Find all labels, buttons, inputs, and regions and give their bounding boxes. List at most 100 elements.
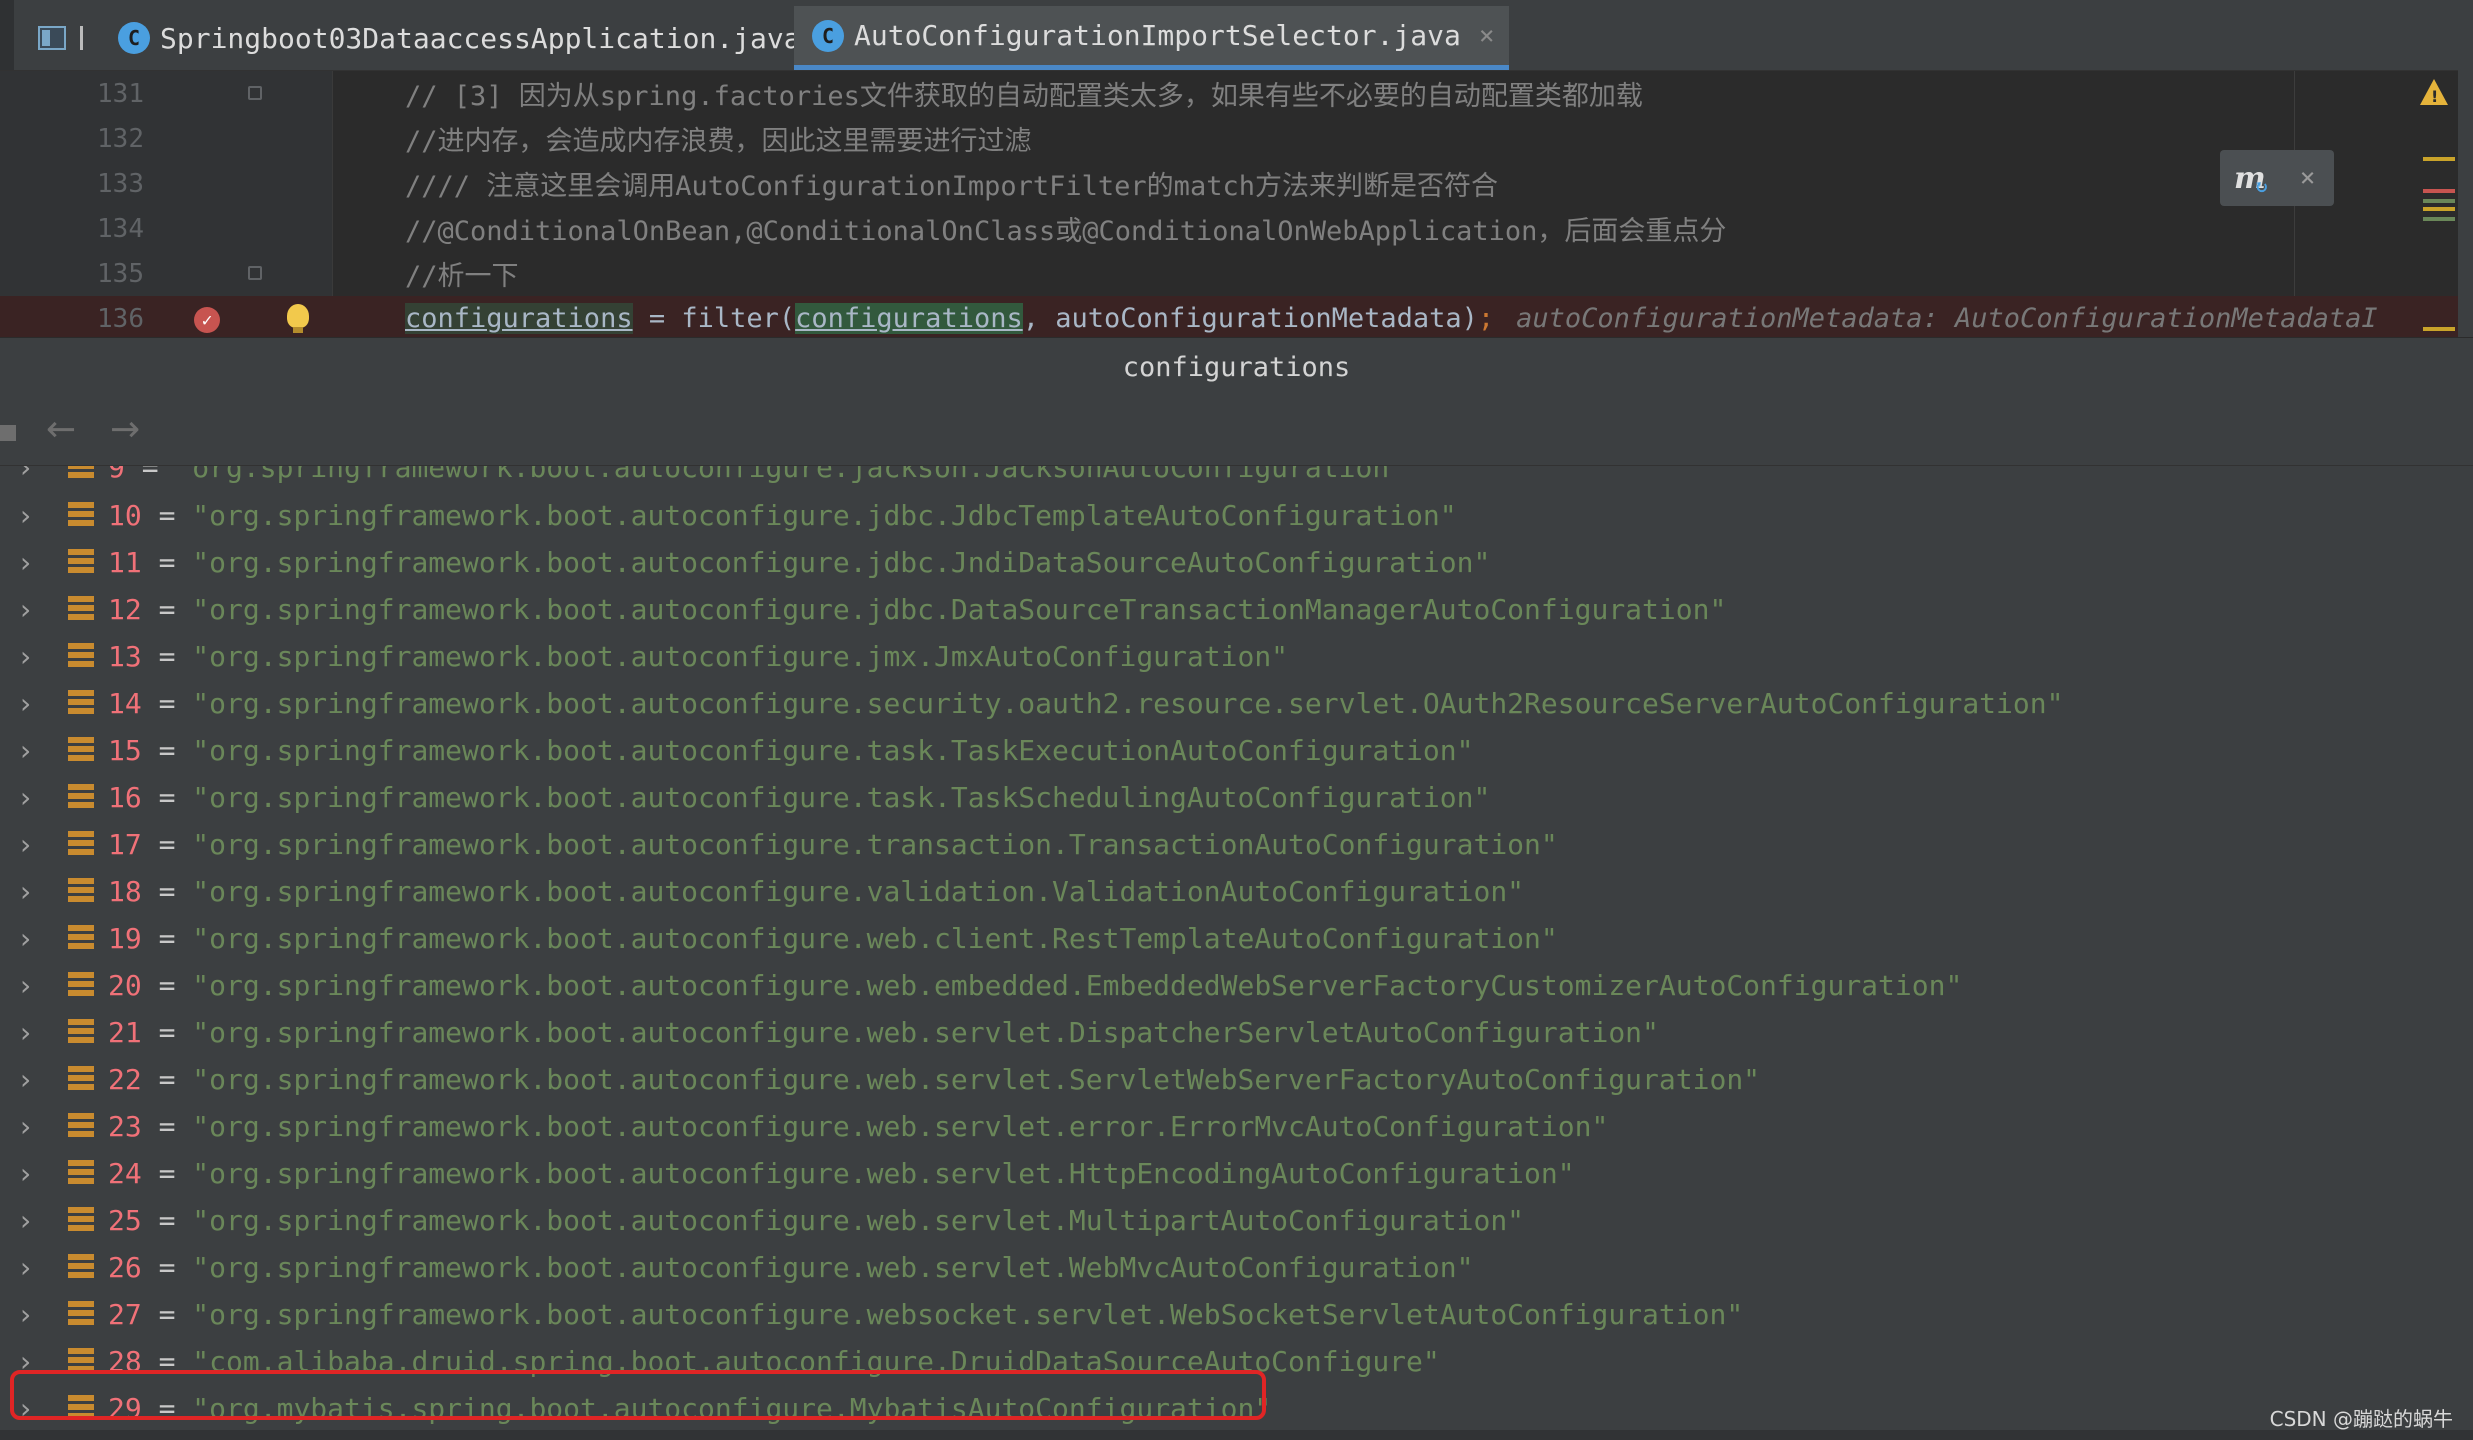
expand-chevron-icon[interactable]: › (20, 1110, 31, 1143)
tree-row[interactable]: › 27 = "org.springframework.boot.autoconf… (0, 1291, 2458, 1338)
tree-row[interactable]: › 11 = "org.springframework.boot.autoconf… (0, 539, 2458, 586)
expand-chevron-icon[interactable]: › (20, 828, 31, 861)
code-line[interactable]: 133 //// 注意这里会调用AutoConfigurationImportF… (0, 161, 2473, 206)
expand-chevron-icon[interactable]: › (20, 969, 31, 1002)
tree-row[interactable]: › 14 = "org.springframework.boot.autoconf… (0, 680, 2458, 727)
expand-chevron-icon[interactable]: › (20, 734, 31, 767)
fold-marker-icon[interactable] (248, 86, 262, 100)
field-icon (68, 549, 94, 575)
expand-chevron-icon[interactable]: › (20, 499, 31, 532)
code-statement: configurations = filter(configurations, … (405, 303, 2378, 334)
tree-row[interactable]: › 22 = "org.springframework.boot.autoconf… (0, 1056, 2458, 1103)
tree-row[interactable]: › 19 = "org.springframework.boot.autoconf… (0, 915, 2458, 962)
variable-configurations[interactable]: configurations (405, 303, 633, 334)
expand-chevron-icon[interactable]: › (20, 1157, 31, 1190)
element-index: 26 (108, 1251, 142, 1284)
project-panel-icon[interactable] (38, 26, 66, 50)
expand-chevron-icon[interactable]: › (20, 1251, 31, 1284)
expand-chevron-icon[interactable]: › (20, 466, 31, 484)
code-line[interactable]: 131 // [3] 因为从spring.factories文件获取的自动配置类… (0, 71, 2473, 116)
scroll-marker[interactable] (2423, 199, 2455, 203)
expand-chevron-icon[interactable]: › (20, 1298, 31, 1331)
scroll-marker[interactable] (2423, 217, 2455, 221)
tree-row[interactable]: › 12 = "org.springframework.boot.autoconf… (0, 586, 2458, 633)
field-icon (68, 690, 94, 716)
code-editor[interactable]: 131 // [3] 因为从spring.factories文件获取的自动配置类… (0, 71, 2473, 337)
tree-row[interactable]: › 13 = "org.springframework.boot.autoconf… (0, 633, 2458, 680)
lightbulb-icon[interactable] (287, 304, 309, 333)
breakpoint-icon[interactable]: ✓ (194, 307, 220, 333)
element-value: "org.springframework.boot.autoconfigure.… (192, 969, 1963, 1002)
expand-chevron-icon[interactable]: › (20, 781, 31, 814)
code-line[interactable]: 132 //进内存，会造成内存浪费，因此这里需要进行过滤 (0, 116, 2473, 161)
variable-configurations[interactable]: configurations (795, 303, 1023, 334)
tree-row[interactable]: › 20 = "org.springframework.boot.autoconf… (0, 962, 2458, 1009)
field-icon (68, 1113, 94, 1139)
code-line[interactable]: 135 //析一下 (0, 251, 2473, 296)
expand-chevron-icon[interactable]: › (20, 1016, 31, 1049)
watermark: CSDN @蹦跶的蜗牛 (2269, 1407, 2453, 1431)
element-index: 20 (108, 969, 142, 1002)
current-execution-line[interactable]: 136 ✓ configurations = filter(configurat… (0, 296, 2473, 337)
code-comment: //析一下 (405, 261, 519, 292)
tree-row[interactable]: › 25 = "org.springframework.boot.autoconf… (0, 1197, 2458, 1244)
expand-chevron-icon[interactable]: › (20, 640, 31, 673)
element-index: 11 (108, 546, 142, 579)
scroll-marker[interactable] (2423, 157, 2455, 161)
forward-arrow-icon[interactable]: → (110, 409, 140, 450)
tree-row[interactable]: › 17 = "org.springframework.boot.autoconf… (0, 821, 2458, 868)
element-value: "org.springframework.boot.autoconfigure.… (175, 466, 1407, 484)
element-value: "org.springframework.boot.autoconfigure.… (192, 546, 1491, 579)
variables-tree[interactable]: › 9 = "org.springframework.boot.autoconf… (0, 466, 2458, 1440)
expand-chevron-icon[interactable]: › (20, 1204, 31, 1237)
close-icon[interactable]: × (2300, 163, 2316, 193)
expand-chevron-icon[interactable]: › (20, 875, 31, 908)
field-icon (68, 1160, 94, 1186)
tab-label: AutoConfigurationImportSelector.java (854, 19, 1461, 52)
code-comment: // [3] 因为从spring.factories文件获取的自动配置类太多，如… (405, 81, 1643, 112)
back-arrow-icon[interactable]: ← (46, 409, 76, 450)
expand-chevron-icon[interactable]: › (20, 922, 31, 955)
element-value: "org.springframework.boot.autoconfigure.… (192, 734, 1474, 767)
tree-row[interactable]: › 26 = "org.springframework.boot.autoconf… (0, 1244, 2458, 1291)
element-value: "org.springframework.boot.autoconfigure.… (192, 922, 1558, 955)
scroll-marker[interactable] (2423, 207, 2455, 211)
element-index: 19 (108, 922, 142, 955)
field-icon (68, 925, 94, 951)
code-line[interactable]: 134 //@ConditionalOnBean,@ConditionalOnC… (0, 206, 2473, 251)
tab-autoconfiguration-import-selector[interactable]: C AutoConfigurationImportSelector.java × (794, 6, 1509, 70)
scroll-marker[interactable] (2423, 327, 2455, 331)
line-number: 132 (97, 123, 144, 154)
field-icon (68, 1066, 94, 1092)
maven-reload-popup[interactable]: m ↻ × (2220, 150, 2334, 206)
tree-row[interactable]: › 21 = "org.springframework.boot.autoconf… (0, 1009, 2458, 1056)
field-icon (68, 784, 94, 810)
close-icon[interactable]: × (1479, 21, 1495, 51)
fold-marker-icon[interactable] (248, 266, 262, 280)
field-icon (68, 466, 94, 480)
tree-row[interactable]: › 24 = "org.springframework.boot.autoconf… (0, 1150, 2458, 1197)
expand-chevron-icon[interactable]: › (20, 593, 31, 626)
left-tool-strip (0, 0, 14, 70)
field-icon (68, 1254, 94, 1280)
code-comment: //@ConditionalOnBean,@ConditionalOnClass… (405, 216, 1727, 247)
tab-springboot03-application[interactable]: C Springboot03DataaccessApplication.java… (106, 6, 846, 70)
element-value: "org.springframework.boot.autoconfigure.… (192, 499, 1457, 532)
scroll-marker[interactable] (2423, 189, 2455, 193)
maven-reload-icon[interactable]: m ↻ (2234, 161, 2269, 198)
element-index: 10 (108, 499, 142, 532)
tree-row[interactable]: › 16 = "org.springframework.boot.autoconf… (0, 774, 2458, 821)
tree-row[interactable]: › 15 = "org.springframework.boot.autoconf… (0, 727, 2458, 774)
tree-row-partial[interactable]: › 9 = "org.springframework.boot.autoconf… (0, 466, 2458, 491)
tree-row[interactable]: › 18 = "org.springframework.boot.autoconf… (0, 868, 2458, 915)
tree-row-text: 11 = "org.springframework.boot.autoconfi… (108, 546, 1491, 579)
tree-row[interactable]: › 23 = "org.springframework.boot.autoconf… (0, 1103, 2458, 1150)
tab-separator (80, 26, 83, 50)
expand-chevron-icon[interactable]: › (20, 546, 31, 579)
evaluate-popup-title: configurations (0, 337, 2473, 396)
expand-chevron-icon[interactable]: › (20, 687, 31, 720)
tab-label: Springboot03DataaccessApplication.java (160, 21, 801, 55)
tree-row[interactable]: › 10 = "org.springframework.boot.autoconf… (0, 492, 2458, 539)
java-class-icon: C (812, 19, 844, 52)
expand-chevron-icon[interactable]: › (20, 1063, 31, 1096)
